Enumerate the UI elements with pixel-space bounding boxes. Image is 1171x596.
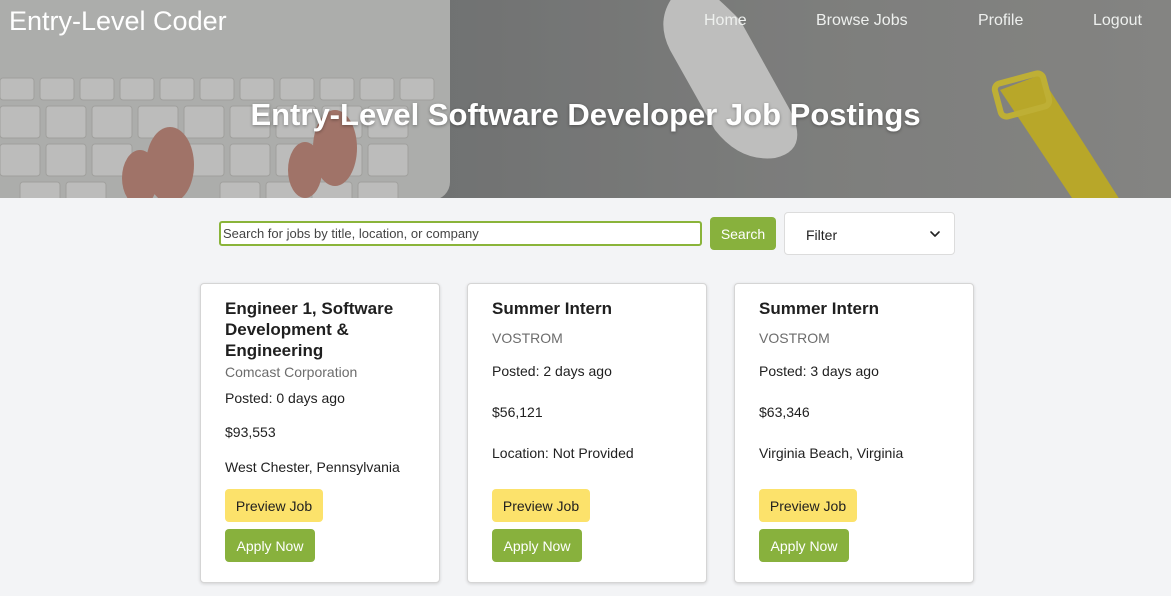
job-salary: $56,121 bbox=[492, 404, 543, 420]
job-title: Engineer 1, Software Development & Engin… bbox=[225, 299, 394, 360]
preview-job-button[interactable]: Preview Job bbox=[759, 489, 857, 522]
hero-header: Entry-Level Coder Home Browse Jobs Profi… bbox=[0, 0, 1171, 198]
job-company: VOSTROM bbox=[759, 330, 830, 346]
apply-now-button[interactable]: Apply Now bbox=[492, 529, 582, 562]
page-title: Entry-Level Software Developer Job Posti… bbox=[250, 97, 921, 132]
job-title: Summer Intern bbox=[759, 299, 879, 318]
job-posted: Posted: 3 days ago bbox=[759, 363, 879, 379]
apply-now-button[interactable]: Apply Now bbox=[225, 529, 315, 562]
job-location: Virginia Beach, Virginia bbox=[759, 445, 904, 461]
apply-now-button[interactable]: Apply Now bbox=[759, 529, 849, 562]
nav-browse-jobs[interactable]: Browse Jobs bbox=[816, 12, 908, 30]
job-company: Comcast Corporation bbox=[225, 364, 358, 380]
nav-home[interactable]: Home bbox=[704, 12, 747, 30]
preview-job-button[interactable]: Preview Job bbox=[225, 489, 323, 522]
job-card: Engineer 1, Software Development & Engin… bbox=[200, 283, 440, 583]
search-button[interactable]: Search bbox=[710, 217, 776, 250]
job-posted: Posted: 2 days ago bbox=[492, 363, 612, 379]
job-posted: Posted: 0 days ago bbox=[225, 390, 345, 406]
chevron-down-icon bbox=[930, 231, 940, 237]
search-input[interactable] bbox=[219, 221, 702, 246]
main-nav: Home Browse Jobs Profile Logout bbox=[0, 12, 1171, 36]
job-salary: $63,346 bbox=[759, 404, 810, 420]
job-card: Summer Intern VOSTROM Posted: 2 days ago… bbox=[467, 283, 707, 583]
job-location: West Chester, Pennsylvania bbox=[225, 459, 400, 475]
nav-profile[interactable]: Profile bbox=[978, 12, 1023, 30]
filter-selected-value: Filter bbox=[806, 227, 838, 243]
job-location: Location: Not Provided bbox=[492, 445, 634, 461]
job-card: Summer Intern VOSTROM Posted: 3 days ago… bbox=[734, 283, 974, 583]
nav-logout[interactable]: Logout bbox=[1093, 12, 1142, 30]
job-company: VOSTROM bbox=[492, 330, 563, 346]
job-title: Summer Intern bbox=[492, 299, 612, 318]
filter-select[interactable]: Filter bbox=[784, 212, 955, 255]
job-salary: $93,553 bbox=[225, 424, 276, 440]
preview-job-button[interactable]: Preview Job bbox=[492, 489, 590, 522]
